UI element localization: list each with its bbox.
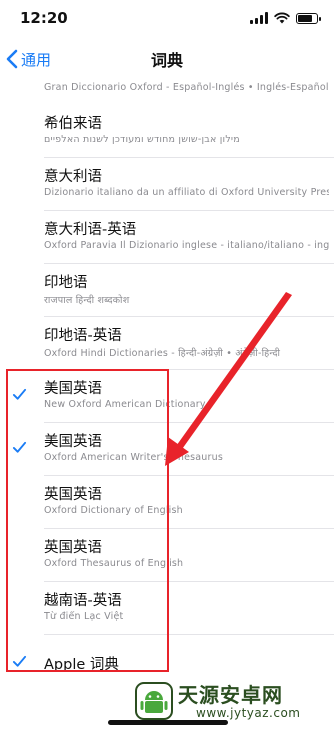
dictionary-subtitle: Oxford Hindi Dictionaries - हिन्दी-अंग्र… bbox=[44, 348, 281, 359]
dictionary-title: 意大利语-英语 bbox=[44, 222, 137, 238]
dictionary-title: 印地语-英语 bbox=[44, 328, 122, 344]
dictionary-title: 意大利语 bbox=[44, 169, 102, 185]
dictionary-row[interactable]: 印地语 राजपाल हिन्दी शब्दकोश bbox=[0, 264, 334, 317]
dictionary-list: Gran Diccionario Oxford - Español-Inglés… bbox=[0, 80, 334, 680]
dictionary-title: 英国英语 bbox=[44, 487, 102, 503]
dictionary-row[interactable]: 印地语-英语 Oxford Hindi Dictionaries - हिन्दी… bbox=[0, 317, 334, 370]
dictionary-subtitle: Oxford Thesaurus of English bbox=[44, 558, 184, 569]
dictionary-title: 英国英语 bbox=[44, 540, 102, 556]
dictionary-title: 印地语 bbox=[44, 275, 88, 291]
status-time: 12:20 bbox=[20, 9, 68, 27]
dictionary-row[interactable]: 美国英语 Oxford American Writer's Thesaurus bbox=[0, 423, 334, 476]
dictionary-subtitle: מילון אבן-שושן מחודש ומעודכן לשנות האלפי… bbox=[44, 134, 240, 145]
dictionary-subtitle: New Oxford American Dictionary bbox=[44, 399, 206, 410]
checkmark-icon bbox=[12, 388, 27, 400]
dictionary-title: Apple 词典 bbox=[44, 657, 119, 673]
dictionary-row[interactable]: 意大利语-英语 Oxford Paravia Il Dizionario ingl… bbox=[0, 211, 334, 264]
watermark-url: www.jytyaz.com bbox=[196, 706, 301, 720]
dictionary-title: 希伯来语 bbox=[44, 116, 102, 132]
dictionary-row[interactable]: 越南语-英语 Từ điển Lạc Việt bbox=[0, 582, 334, 635]
dictionary-row[interactable]: 英国英语 Oxford Thesaurus of English bbox=[0, 529, 334, 582]
home-indicator bbox=[108, 720, 228, 725]
page-title: 词典 bbox=[150, 51, 183, 70]
dictionary-row[interactable]: 美国英语 New Oxford American Dictionary bbox=[0, 370, 334, 423]
dictionary-subtitle: Dizionario italiano da un affiliato di O… bbox=[44, 187, 329, 198]
dictionary-title: 美国英语 bbox=[44, 434, 102, 450]
dictionary-subtitle: Oxford American Writer's Thesaurus bbox=[44, 452, 223, 463]
dictionary-subtitle: Oxford Paravia Il Dizionario inglese - i… bbox=[44, 240, 329, 251]
checkmark-icon bbox=[12, 441, 27, 453]
watermark-title: 天源安卓网 bbox=[178, 683, 283, 707]
dictionary-row[interactable]: 英国英语 Oxford Dictionary of English bbox=[0, 476, 334, 529]
dictionary-title: 美国英语 bbox=[44, 381, 102, 397]
dictionary-subtitle: Từ điển Lạc Việt bbox=[44, 611, 124, 622]
navigation-bar: 通用 词典 bbox=[0, 38, 334, 80]
status-bar: 12:20 bbox=[0, 0, 334, 38]
checkmark-icon bbox=[12, 655, 27, 667]
wifi-icon bbox=[274, 12, 290, 24]
dictionary-subtitle: Oxford Dictionary of English bbox=[44, 505, 183, 516]
watermark: 天源安卓网 www.jytyaz.com bbox=[134, 678, 330, 724]
dictionary-subtitle: राजपाल हिन्दी शब्दकोश bbox=[44, 295, 130, 306]
cellular-signal-icon bbox=[250, 12, 268, 24]
dictionary-row[interactable]: Apple 词典 bbox=[0, 635, 334, 680]
partial-list-item-subtitle: Gran Diccionario Oxford - Español-Inglés… bbox=[44, 82, 329, 93]
dictionary-row[interactable]: 希伯来语 מילון אבן-שושן מחודש ומעודכן לשנות ה… bbox=[0, 105, 334, 158]
dictionary-title: 越南语-英语 bbox=[44, 593, 122, 609]
android-logo-icon bbox=[135, 682, 173, 720]
status-icons bbox=[250, 12, 321, 24]
battery-icon bbox=[296, 12, 321, 24]
dictionary-row[interactable]: 意大利语 Dizionario italiano da un affiliato … bbox=[0, 158, 334, 211]
